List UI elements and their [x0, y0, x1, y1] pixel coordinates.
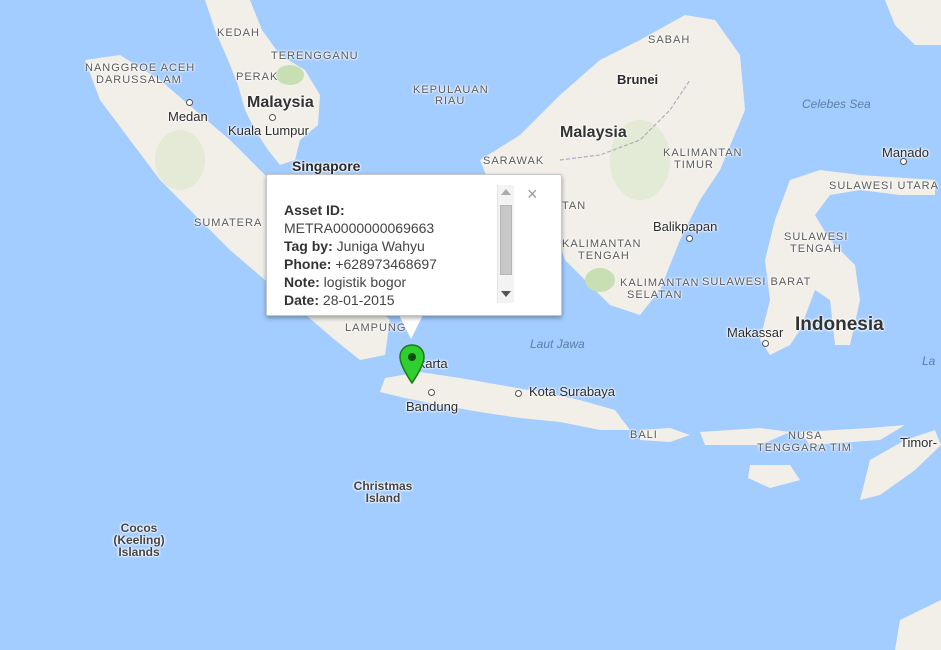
scroll-thumb[interactable] — [500, 205, 512, 275]
label-malaysia-east: Malaysia — [560, 124, 627, 141]
label-nusa-tenggara-1: NUSA — [788, 430, 823, 442]
label-kalimantan-barat-partial: TAN — [562, 200, 587, 212]
label-bandung: Bandung — [406, 399, 459, 414]
label-kalimantan-timur-2: TIMUR — [674, 159, 714, 171]
label-riau: RIAU — [435, 95, 466, 107]
label-malaysia-west: Malaysia — [247, 94, 314, 111]
label-sulawesi-utara: SULAWESI UTARA — [829, 180, 939, 192]
popup-tail — [398, 313, 424, 339]
label-balikpapan: Balikpapan — [653, 219, 718, 234]
label-singapore: Singapore — [292, 158, 361, 174]
medan-dot — [186, 99, 193, 106]
popup-content: Asset ID: METRA0000000069663 Tag by: Jun… — [284, 201, 437, 309]
kuala-lumpur-dot — [269, 114, 276, 121]
label-indonesia: Indonesia — [795, 314, 884, 335]
asset-id-value: METRA0000000069663 — [284, 220, 435, 236]
label-sumatera: SUMATERA — [194, 217, 263, 229]
date-value: 28-01-2015 — [322, 292, 395, 308]
label-kalimantan-tengah-1: KALIMANTAN — [562, 238, 642, 250]
label-darussalam: DARUSSALAM — [96, 74, 182, 86]
label-brunei: Brunei — [617, 72, 659, 87]
tag-value: Juniga Wahyu — [336, 238, 425, 254]
label-kota-surabaya: Kota Surabaya — [529, 384, 616, 399]
note-row: Note: logistik bogor — [284, 273, 437, 291]
asset-id-row: Asset ID: — [284, 201, 437, 219]
label-sarawak: SARAWAK — [483, 155, 545, 167]
label-la: La — [922, 354, 936, 368]
label-makassar: Makassar — [727, 325, 784, 340]
surabaya-dot — [515, 390, 522, 397]
label-bali: BALI — [630, 429, 658, 441]
label-sulawesi-tengah-2: TENGAH — [790, 243, 842, 255]
label-christmas-island: Christmas Island — [353, 479, 413, 505]
label-kuala-lumpur: Kuala Lumpur — [228, 123, 309, 138]
phone-value: +628973468697 — [335, 256, 437, 272]
label-cocos-islands: Cocos (Keeling) Islands — [113, 521, 165, 559]
label-perak: PERAK — [236, 71, 279, 83]
label-laut-jawa: Laut Jawa — [530, 337, 585, 351]
date-label: Date: — [284, 292, 320, 308]
scroll-up-icon[interactable] — [501, 189, 511, 195]
label-kalimantan-timur-1: KALIMANTAN — [663, 147, 743, 159]
note-value: logistik bogor — [323, 274, 407, 290]
bandung-dot — [428, 389, 435, 396]
label-nusa-tenggara-2: TENGGARA TIM — [757, 442, 852, 454]
date-row: Date: 28-01-2015 — [284, 291, 437, 309]
map-pin-icon[interactable] — [399, 344, 425, 389]
label-kedah: KEDAH — [217, 27, 260, 39]
asset-id-label: Asset ID: — [284, 202, 345, 218]
popup-scrollbar[interactable] — [497, 185, 514, 303]
manado-dot — [900, 158, 907, 165]
tag-row: Tag by: Juniga Wahyu — [284, 237, 437, 255]
balikpapan-dot — [686, 235, 693, 242]
label-medan: Medan — [168, 109, 208, 124]
label-timor: Timor- — [900, 435, 938, 450]
scroll-down-icon[interactable] — [501, 291, 511, 297]
label-terengganu: TERENGGANU — [271, 50, 359, 62]
info-popup: Asset ID: METRA0000000069663 Tag by: Jun… — [266, 174, 562, 316]
tag-label: Tag by: — [284, 238, 333, 254]
phone-row: Phone: +628973468697 — [284, 255, 437, 273]
label-kalimantan-selatan-2: SELATAN — [627, 289, 683, 301]
label-kalimantan-tengah-2: TENGAH — [578, 250, 630, 262]
note-label: Note: — [284, 274, 320, 290]
makassar-dot — [762, 340, 769, 347]
label-celebes-sea: Celebes Sea — [802, 97, 871, 111]
phone-label: Phone: — [284, 256, 332, 272]
label-kalimantan-selatan-1: KALIMANTAN — [620, 277, 700, 289]
close-icon[interactable]: × — [527, 185, 538, 203]
label-sabah: SABAH — [648, 34, 691, 46]
label-nanggroe-aceh: NANGGROE ACEH — [85, 62, 196, 74]
label-sulawesi-tengah-1: SULAWESI — [784, 231, 849, 243]
label-sulawesi-barat: SULAWESI BARAT — [702, 276, 812, 288]
